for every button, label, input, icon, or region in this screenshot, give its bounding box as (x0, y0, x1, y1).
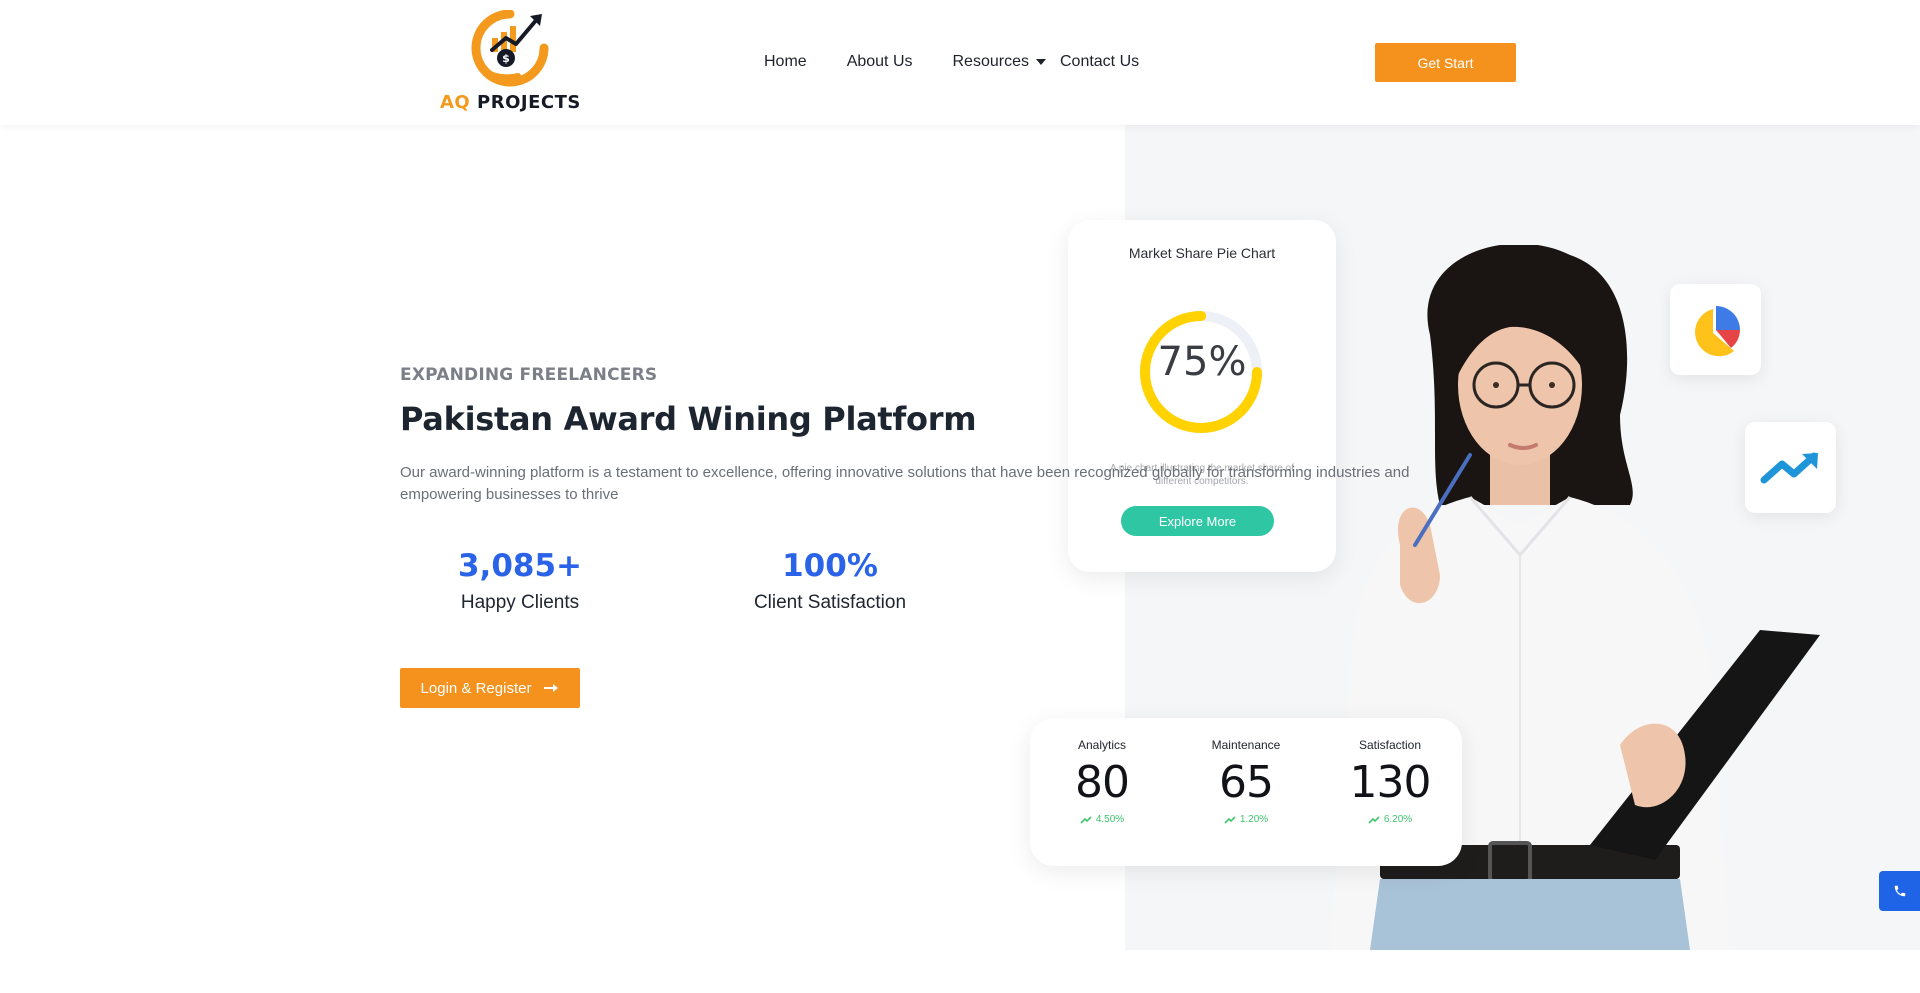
trend-up-icon (1368, 815, 1380, 824)
logo-text-aq: AQ (440, 92, 471, 113)
site-header: $ AQ PROJECTS Home About Us Resources Co… (0, 0, 1920, 125)
login-register-label: Login & Register (420, 679, 532, 697)
hero-title: Pakistan Award Wining Platform (400, 400, 977, 438)
stat-value: 100% (782, 548, 878, 584)
logo-text-projects: PROJECTS (477, 92, 581, 113)
brand-logo[interactable]: $ AQ PROJECTS (437, 8, 580, 113)
get-start-button[interactable]: Get Start (1375, 43, 1516, 82)
metric-value: 130 (1349, 757, 1432, 808)
market-share-card: Market Share Pie Chart 75% A pie chart i… (1068, 220, 1336, 572)
main-nav: Home About Us Resources Contact Us (764, 50, 1179, 74)
metric-satisfaction: Satisfaction 130 6.20% (1318, 738, 1462, 866)
stat-label: Happy Clients (460, 592, 580, 613)
logo-wordmark: AQ PROJECTS (440, 92, 581, 113)
pie-chart-icon (1694, 305, 1740, 356)
metric-change: 4.50% (1030, 814, 1174, 825)
explore-more-button[interactable]: Explore More (1121, 506, 1274, 536)
metric-change-value: 1.20% (1239, 814, 1269, 825)
metrics-card: Analytics 80 4.50% Maintenance 65 1.20% … (1030, 718, 1462, 866)
metric-value: 65 (1219, 757, 1274, 808)
login-register-button[interactable]: Login & Register (400, 668, 580, 708)
stat-client-satisfaction: 100% Client Satisfaction (730, 545, 930, 614)
nav-resources-label: Resources (952, 53, 1029, 70)
nav-about-us[interactable]: About Us (847, 53, 913, 71)
floating-trend-card (1745, 422, 1836, 513)
arrow-right-icon (544, 684, 559, 692)
nav-resources[interactable]: Resources (953, 53, 1046, 71)
hero-eyebrow: EXPANDING FREELANCERS (400, 365, 658, 385)
metric-label: Maintenance (1211, 738, 1281, 752)
nav-home[interactable]: Home (764, 53, 807, 71)
metric-value: 80 (1075, 757, 1130, 808)
metric-label: Analytics (1077, 738, 1127, 752)
phone-call-button[interactable] (1879, 871, 1920, 911)
market-share-title: Market Share Pie Chart (1128, 245, 1276, 261)
nav-contact-us[interactable]: Contact Us (1060, 53, 1139, 71)
chevron-down-icon (1035, 59, 1046, 65)
trending-up-icon (1760, 452, 1818, 483)
stat-value: 3,085+ (457, 548, 583, 584)
svg-text:$: $ (502, 52, 510, 65)
metric-label: Satisfaction (1358, 738, 1422, 752)
hero-description: Our award-winning platform is a testamen… (400, 464, 1410, 503)
phone-icon (1894, 885, 1905, 897)
market-share-percent: 75% (1157, 339, 1247, 385)
stat-happy-clients: 3,085+ Happy Clients (440, 545, 600, 614)
trend-up-icon (1224, 815, 1236, 824)
logo-mark-icon: $ (471, 10, 549, 87)
trend-up-icon (1080, 815, 1092, 824)
floating-pie-card (1670, 284, 1761, 375)
stat-label: Client Satisfaction (753, 592, 907, 613)
metric-change: 1.20% (1174, 814, 1318, 825)
metric-change-value: 6.20% (1383, 814, 1413, 825)
metric-analytics: Analytics 80 4.50% (1030, 738, 1174, 866)
metric-change: 6.20% (1318, 814, 1462, 825)
metric-maintenance: Maintenance 65 1.20% (1174, 738, 1318, 866)
metric-change-value: 4.50% (1095, 814, 1125, 825)
